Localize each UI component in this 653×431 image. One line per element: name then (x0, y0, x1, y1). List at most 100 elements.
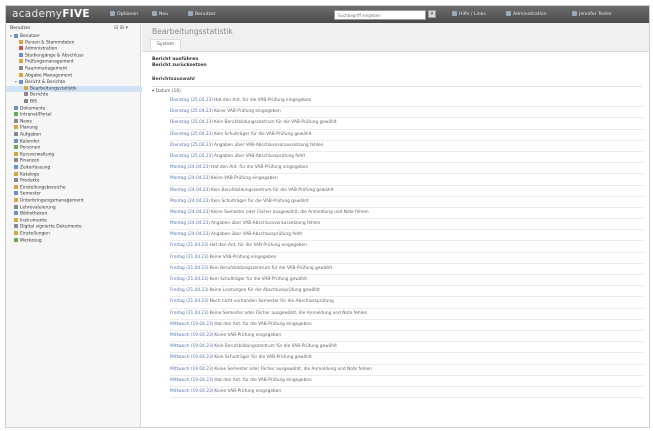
list-item: Mittwoch (19.04.23)Kein Schulträger für … (170, 353, 644, 365)
sidebar-item[interactable]: BIS (6, 99, 154, 105)
sidebar-item[interactable]: Einstellungen (6, 231, 144, 237)
search-field[interactable] (334, 10, 426, 20)
topbar-help-menu[interactable]: Hilfe / Links (452, 11, 486, 17)
sidebar-item[interactable]: Intranet/Portal (6, 112, 144, 118)
sidebar-item[interactable]: Abgabe Management (6, 72, 149, 79)
sidebar-item[interactable]: ▾ Bericht & Berichte (6, 79, 149, 85)
entry-date-link[interactable]: Mittwoch (19.04.23) (170, 333, 213, 338)
sidebar-item[interactable]: Bearbeitungsstatistik (6, 85, 154, 92)
topbar-admin-menu[interactable]: Administration (506, 11, 547, 17)
list-item: Montag (24.04.23)Kein Berufsbildungszent… (170, 186, 644, 197)
sidebar-item[interactable]: Kursverwaltung (6, 151, 144, 158)
topbar-options-menu[interactable]: Optionen (110, 11, 138, 17)
entry-date-link[interactable]: Mittwoch (19.04.23) (170, 378, 213, 383)
sidebar-item-label: BIS (30, 99, 38, 105)
folder-icon (14, 224, 18, 229)
sidebar-item[interactable]: Einstellungsbereiche (6, 184, 144, 191)
entry-date-link[interactable]: Dienstag (25.04.23) (170, 109, 213, 114)
entry-date-link[interactable]: Dienstag (25.04.23) (170, 132, 213, 137)
entry-text: Kein Berufsbildungszentrum für die VAB-P… (214, 120, 337, 126)
app-logo[interactable]: academyFIVE (12, 8, 90, 20)
date-group-toggle[interactable]: ▾ Datum (16) (152, 89, 181, 94)
entry-date-link[interactable]: Mittwoch (19.04.23) (170, 367, 213, 372)
sidebar-item[interactable]: News (6, 118, 144, 125)
entry-date-link[interactable]: Dienstag (25.04.23) (170, 120, 213, 125)
logo-suffix: FIVE (62, 8, 90, 20)
folder-icon (19, 46, 23, 51)
entry-date-link[interactable]: Mittwoch (19.04.23) (170, 322, 213, 327)
entry-date-link[interactable]: Freitag (21.04.23) (170, 266, 209, 271)
list-item: Mittwoch (19.04.23)Keine VAB-Prüfung ein… (170, 387, 644, 399)
topbar-new-menu[interactable]: Neu (152, 11, 168, 17)
sidebar-item[interactable]: Digital signierte Dokumente (6, 224, 144, 230)
sidebar-item[interactable]: Studiengänge & Abschluss (6, 52, 149, 59)
topbar-help-label: Hilfe / Links (459, 12, 486, 17)
entry-date-link[interactable]: Freitag (21.04.23) (170, 255, 209, 260)
sidebar-item[interactable]: Personen (6, 145, 144, 151)
sidebar-item-label: Bericht & Berichte (25, 80, 66, 86)
sidebar-item[interactable]: Werkzeug (6, 237, 144, 244)
top-bar: academyFIVE Optionen Neu Benutzer × Hilf… (6, 6, 649, 23)
entry-date-link[interactable]: Freitag (21.04.23) (170, 288, 209, 293)
sidebar-item[interactable]: Berichte (6, 92, 154, 98)
list-item: Freitag (21.04.23)Keine Leistungen für d… (170, 286, 644, 298)
sidebar-item[interactable]: Unterbringungsmanagement (6, 198, 144, 204)
entry-date-link[interactable]: Montag (24.04.23) (170, 188, 210, 193)
entry-date-link[interactable]: Montag (24.04.23) (170, 210, 210, 215)
sidebar-item[interactable]: Dokumente (6, 105, 144, 112)
sidebar: Benutzer ⊟ ⊞ ▾ ▾ Benutzer Person & Stammda… (6, 23, 154, 427)
sidebar-item[interactable]: Administration (6, 46, 149, 52)
entry-date-link[interactable]: Montag (24.04.23) (170, 199, 210, 204)
sidebar-item[interactable]: Produkte (6, 178, 144, 184)
folder-icon (14, 138, 18, 143)
topbar-account-menu[interactable]: Jennifer Tester (572, 11, 612, 17)
sidebar-item-label: Lehrevaluierung (20, 205, 56, 211)
entry-date-link[interactable]: Dienstag (25.04.23) (170, 154, 213, 159)
entry-date-link[interactable]: Montag (24.04.23) (170, 221, 210, 226)
entry-date-link[interactable]: Mittwoch (19.04.23) (170, 355, 213, 360)
sidebar-item[interactable]: Aufgaben (6, 132, 144, 138)
sidebar-item[interactable]: Finanzen (6, 158, 144, 164)
sidebar-item-label: Person & Stammdaten (25, 40, 75, 46)
sidebar-tools[interactable]: ⊟ ⊞ ▾ (114, 25, 128, 31)
entry-date-link[interactable]: Montag (24.04.23) (170, 232, 210, 237)
search-input[interactable] (335, 11, 408, 19)
reset-report-link[interactable]: Bericht zurücksetzen (152, 63, 207, 69)
sidebar-item[interactable]: ▾ Benutzer (6, 33, 144, 39)
sidebar-item[interactable]: Raummanagement (6, 66, 149, 72)
entry-date-link[interactable]: Dienstag (25.04.23) (170, 98, 213, 103)
entry-date-link[interactable]: Freitag (21.04.23) (170, 277, 209, 282)
entry-date-link[interactable]: Freitag (21.04.23) (170, 299, 209, 304)
sidebar-item[interactable]: Zeiterfassung (6, 165, 144, 171)
tab-system[interactable]: System (150, 39, 182, 50)
entry-date-link[interactable]: Montag (24.04.23) (170, 176, 210, 181)
entry-date-link[interactable]: Montag (24.04.23) (170, 165, 210, 170)
folder-icon (24, 92, 28, 97)
entry-date-link[interactable]: Freitag (21.04.23) (170, 243, 209, 248)
sidebar-item[interactable]: Lehrevaluierung (6, 204, 144, 211)
run-report-link[interactable]: Bericht ausführen (152, 57, 207, 63)
entry-text: Keine VAB-Prüfung eingegeben (214, 109, 281, 115)
entry-date-link[interactable]: Dienstag (25.04.23) (170, 143, 213, 148)
topbar-user-label: Benutzer (195, 12, 216, 17)
entry-date-link[interactable]: Freitag (21.04.23) (170, 311, 209, 316)
topbar-user-menu[interactable]: Benutzer (188, 11, 216, 17)
entry-date-link[interactable]: Mittwoch (19.04.23) (170, 389, 213, 394)
sidebar-item[interactable]: Kalender (6, 138, 144, 145)
folder-icon (19, 52, 23, 57)
entry-text: Angaben über VAB-Abschlussvoraussetzung … (214, 142, 324, 148)
topbar-admin-label: Administration (513, 12, 547, 17)
clear-search-button[interactable]: × (428, 10, 436, 18)
sidebar-item[interactable]: Instrumente (6, 217, 144, 224)
sidebar-item[interactable]: Prüfungsmanagement (6, 59, 149, 65)
sidebar-item[interactable]: Bibliotheken (6, 211, 144, 217)
sidebar-item-label: Studiengänge & Abschluss (25, 53, 84, 59)
sidebar-item[interactable]: Kataloge (6, 171, 144, 178)
folder-icon (14, 211, 18, 216)
section-divider (152, 86, 642, 87)
section-heading: Berichtsauswahl (152, 77, 195, 82)
sidebar-item[interactable]: Planung (6, 125, 144, 131)
sidebar-item[interactable]: Semester (6, 191, 144, 197)
sidebar-item[interactable]: Person & Stammdaten (6, 39, 149, 46)
entry-date-link[interactable]: Mittwoch (19.04.23) (170, 344, 213, 349)
